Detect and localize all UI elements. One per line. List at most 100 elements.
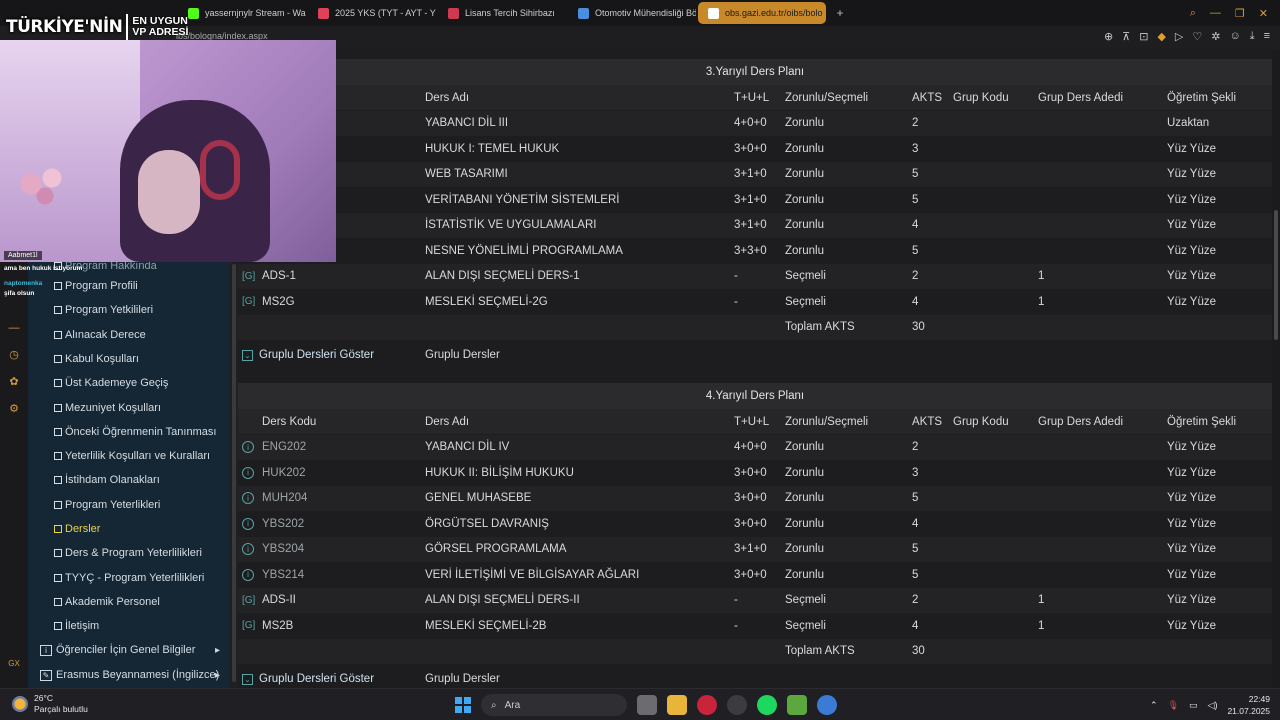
clock-icon[interactable]: ◷ xyxy=(9,348,19,361)
extensions-icon[interactable]: ✲ xyxy=(1211,30,1220,43)
table-row[interactable]: i YBS204 GÖRSEL PROGRAMLAMA 3+1+0 Zorunlu 5 Yü… xyxy=(238,536,1272,562)
cell-group-count: 1 xyxy=(1038,594,1045,606)
table-row[interactable]: [G] ADS-1 ALAN DIŞI SEÇMELİ DERS-1 - Seçmeli… xyxy=(238,263,1272,289)
sidebar-item[interactable]: İstihdam Olanakları xyxy=(28,468,230,492)
cell-info: i xyxy=(242,460,254,485)
cell-tul: 3+0+0 xyxy=(734,568,767,581)
cell-header-tul: T+U+L xyxy=(734,91,770,104)
table-row[interactable]: [G] MS2G MESLEKİ SEÇMELİ-2G - Seçmeli 4 1 Yüz Y… xyxy=(238,289,1272,314)
cell-group-toggle[interactable]: ⌄ Gruplu Dersleri Göster xyxy=(242,667,374,689)
info-icon[interactable]: i xyxy=(242,517,254,530)
page-scrollbar[interactable] xyxy=(1272,50,1280,688)
taskbar-search[interactable]: ⌕ Ara xyxy=(481,694,627,716)
cell-code: MS2G xyxy=(262,295,295,308)
cell-name: YABANCI DİL IV xyxy=(425,441,510,453)
browser-tab[interactable]: yassernjnylr Stream - Wat xyxy=(178,2,306,24)
table-row[interactable]: i MUH204 GENEL MUHASEBE 3+0+0 Zorunlu 5 Yüz Yü… xyxy=(238,485,1272,511)
new-tab-button[interactable]: + xyxy=(832,5,848,21)
sidebar-item[interactable]: İletişim xyxy=(28,614,230,638)
chrome-icon[interactable] xyxy=(817,695,837,715)
info-icon[interactable]: i xyxy=(242,568,254,581)
settings-icon[interactable]: ⚙ xyxy=(9,402,19,415)
table-row[interactable]: i YBS202 ÖRGÜTSEL DAVRANIŞ 3+0+0 Zorunlu 4 Yüz… xyxy=(238,511,1272,536)
app-icon[interactable] xyxy=(727,695,747,715)
browser-tab[interactable]: 2025 YKS (TYT - AYT - Y xyxy=(308,2,436,24)
task-view-icon[interactable] xyxy=(637,695,657,715)
cell-tul: - xyxy=(734,594,738,606)
sidebar-item[interactable]: Yeterlilik Koşulları ve Kuralları xyxy=(28,444,230,468)
cell-group-toggle[interactable]: ⌄ Gruplu Dersleri Göster xyxy=(242,343,374,368)
info-icon[interactable]: i xyxy=(242,543,254,555)
sidebar-item-label: Program Yeterlikleri xyxy=(65,498,161,511)
sidebar-item[interactable]: Mezuniyet Koşulları xyxy=(28,396,230,420)
close-icon[interactable]: ✕ xyxy=(1259,7,1268,20)
sidebar-item[interactable]: Ders & Program Yeterlilikleri xyxy=(28,541,230,565)
table-row[interactable]: İSTATİSTİK VE UYGULAMALARI 3+1+0 Zorunlu 4 Y… xyxy=(238,212,1272,238)
restore-icon[interactable]: ❐ xyxy=(1235,7,1245,20)
sidebar-item[interactable]: Alınacak Derece xyxy=(28,323,230,347)
cell-info: i xyxy=(242,537,254,562)
shield-icon[interactable]: ◆ xyxy=(1157,30,1165,43)
sidebar-item[interactable]: Önceki Öğrenmenin Tanınması xyxy=(28,420,230,444)
pin-icon[interactable]: ⊼ xyxy=(1122,30,1130,43)
checkbox-icon xyxy=(54,500,62,509)
table-row[interactable]: WEB TASARIMI 3+1+0 Zorunlu 5 Yüz Yüze xyxy=(238,161,1272,187)
cell-tul: - xyxy=(734,295,738,308)
sidebar-item[interactable]: TYYÇ - Program Yeterlilikleri xyxy=(28,566,230,590)
group-row: ⌄ Gruplu Dersleri Göster Gruplu Dersler xyxy=(238,343,1272,368)
clock[interactable]: 22:49 21.07.2025 xyxy=(1227,693,1270,717)
sidebar-section[interactable]: ✎ Erasmus Beyannamesi (İngilizce) ▸ xyxy=(28,663,230,687)
browser-tab[interactable]: Otomotiv Mühendisliği Bö xyxy=(568,2,696,24)
sidebar-item[interactable]: Dersler xyxy=(28,517,230,541)
sidebar-menu: Program Hakkında Program Profili Program … xyxy=(28,262,230,688)
info-icon[interactable]: i xyxy=(242,441,254,453)
opera-gx-icon[interactable] xyxy=(697,695,717,715)
gx-icon[interactable]: GX xyxy=(8,659,20,668)
sidebar-scrollbar[interactable] xyxy=(230,262,238,688)
play-icon[interactable]: ▷ xyxy=(1175,30,1183,43)
checkbox-icon xyxy=(54,573,62,582)
table-row[interactable]: HUKUK I: TEMEL HUKUK 3+0+0 Zorunlu 3 Yüz Yüz… xyxy=(238,136,1272,161)
weather-widget[interactable]: 26°C Parçalı bulutlu xyxy=(12,693,88,715)
volume-icon[interactable]: ◁) xyxy=(1208,700,1218,711)
table-row[interactable]: VERİTABANI YÖNETİM SİSTEMLERİ 3+1+0 Zorunl… xyxy=(238,187,1272,212)
table-row[interactable]: NESNE YÖNELİMLİ PROGRAMLAMA 3+3+0 Zorunlu 5… xyxy=(238,238,1272,263)
network-icon[interactable]: ▭ xyxy=(1189,700,1198,711)
screenshot-icon[interactable]: ⊡ xyxy=(1139,30,1148,43)
table-row[interactable]: i ENG202 YABANCI DİL IV 4+0+0 Zorunlu 2 Yüz Yü… xyxy=(238,434,1272,460)
zoom-icon[interactable]: ⊕ xyxy=(1104,30,1113,43)
heart-icon[interactable]: ♡ xyxy=(1192,30,1202,43)
download-icon[interactable]: ⤓ xyxy=(1250,30,1255,43)
puzzle-icon[interactable]: ✿ xyxy=(9,375,18,388)
table-row[interactable]: i HUK202 HUKUK II: BİLİŞİM HUKUKU 3+0+0 Zoru… xyxy=(238,460,1272,485)
table-row[interactable]: i YBS214 VERİ İLETİŞİMİ VE BİLGİSAYAR AĞLA… xyxy=(238,562,1272,587)
menu-icon[interactable]: ≡ xyxy=(1264,30,1270,43)
cell-header-mode: Öğretim Şekli xyxy=(1167,415,1237,428)
start-button[interactable] xyxy=(455,697,471,713)
sidebar-section[interactable]: i Öğrenciler İçin Genel Bilgiler ▸ xyxy=(28,638,230,662)
table-row[interactable]: [G] ADS-II ALAN DIŞI SEÇMELİ DERS-II - Seçme… xyxy=(238,587,1272,613)
chevron-up-icon[interactable]: ⌃ xyxy=(1150,700,1158,711)
checkbox-icon xyxy=(54,306,62,315)
browser-tab[interactable]: obs.gazi.edu.tr/oibs/bolo xyxy=(698,2,826,24)
browser-tab[interactable]: Lisans Tercih Sihirbazı xyxy=(438,2,566,24)
table-row[interactable]: [G] MS2B MESLEKİ SEÇMELİ-2B - Seçmeli 4 1 Yüz Y… xyxy=(238,613,1272,638)
minimize-icon[interactable]: — xyxy=(1210,7,1221,20)
info-icon[interactable]: i xyxy=(242,492,254,504)
sidebar-item[interactable]: Program Yeterlikleri xyxy=(28,493,230,517)
profile-icon[interactable]: ☺ xyxy=(1229,30,1240,43)
cell-tul: 3+3+0 xyxy=(734,244,767,257)
search-icon[interactable]: ⌕ xyxy=(1190,7,1196,20)
sidebar-item[interactable]: Üst Kademeye Geçiş xyxy=(28,371,230,395)
microphone-icon[interactable]: 🎙 xyxy=(1168,700,1179,711)
cell-tul: 3+0+0 xyxy=(734,492,767,504)
cell-group-count: 1 xyxy=(1038,295,1045,308)
spotify-icon[interactable] xyxy=(757,695,777,715)
minecraft-icon[interactable] xyxy=(787,695,807,715)
info-icon[interactable]: i xyxy=(242,466,254,479)
sidebar-item[interactable]: Kabul Koşulları xyxy=(28,347,230,371)
table-row[interactable]: YABANCI DİL III 4+0+0 Zorunlu 2 Uzaktan xyxy=(238,110,1272,136)
file-explorer-icon[interactable] xyxy=(667,695,687,715)
chevron-down-icon: ⌄ xyxy=(242,673,253,685)
sidebar-item[interactable]: Akademik Personel xyxy=(28,590,230,614)
